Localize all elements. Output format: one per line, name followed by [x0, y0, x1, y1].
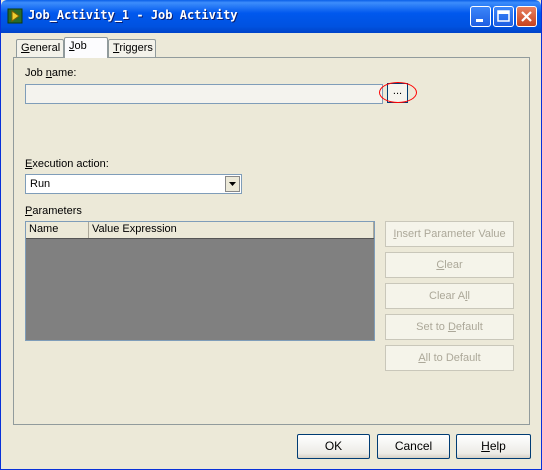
cancel-button[interactable]: Cancel — [377, 434, 450, 459]
column-header-value-expression[interactable]: Value Expression — [89, 222, 374, 238]
tab-triggers-label: riggers — [119, 42, 153, 54]
tab-general[interactable]: General — [16, 39, 64, 57]
help-button[interactable]: Help — [456, 434, 531, 459]
maximize-icon — [497, 10, 510, 22]
clear-all-button[interactable]: Clear All — [385, 283, 514, 309]
job-name-field[interactable] — [25, 84, 383, 104]
dropdown-button[interactable] — [225, 176, 240, 192]
clear-all-pre: Clear A — [429, 290, 466, 302]
job-name-label-post: ame: — [51, 67, 77, 79]
execution-action-label: Execution action: — [25, 158, 109, 170]
set-default-accel: D — [447, 321, 456, 333]
set-to-default-button[interactable]: Set to Default — [385, 314, 514, 340]
set-default-pre: Set to — [416, 321, 448, 333]
close-button[interactable] — [516, 6, 537, 27]
minimize-button[interactable] — [470, 6, 491, 27]
help-accel: H — [481, 439, 490, 453]
execution-action-select[interactable]: Run — [25, 174, 242, 194]
title-bar[interactable]: Job_Activity_1 - Job Activity — [1, 0, 541, 33]
job-activity-icon — [7, 8, 23, 24]
insert-parameter-value-button[interactable]: Insert Parameter Value — [385, 221, 514, 247]
tab-triggers[interactable]: Triggers — [108, 39, 156, 57]
close-icon — [521, 11, 532, 22]
chevron-down-icon — [229, 182, 236, 186]
maximize-button[interactable] — [493, 6, 514, 27]
tab-general-label: eneral — [29, 42, 61, 54]
all-to-default-button[interactable]: All to Default — [385, 345, 514, 371]
job-name-label: Job name: — [25, 67, 76, 79]
parameters-label-rest: arameters — [32, 205, 82, 217]
set-default-post: efault — [455, 321, 483, 333]
grid-header: Name Value Expression — [26, 222, 374, 239]
job-name-label-pre: Job — [25, 67, 46, 79]
clear-label: lear — [444, 259, 463, 271]
ok-button[interactable]: OK — [297, 434, 370, 459]
execution-label-rest: xecution action: — [32, 158, 109, 170]
tab-general-accel: G — [21, 42, 30, 54]
minimize-icon — [476, 19, 483, 22]
execution-action-value: Run — [30, 178, 51, 190]
clear-all-post: l — [467, 290, 470, 302]
red-highlight-circle — [379, 82, 417, 103]
job-activity-dialog: Job_Activity_1 - Job Activity General Jo… — [0, 0, 542, 470]
tab-job[interactable]: Job — [64, 37, 108, 58]
all-default-label: ll to Default — [425, 352, 481, 364]
clear-button[interactable]: Clear — [385, 252, 514, 278]
column-header-name[interactable]: Name — [26, 222, 89, 238]
all-default-accel: A — [418, 352, 426, 364]
tab-job-label: ob — [74, 40, 87, 52]
parameters-grid[interactable]: Name Value Expression — [25, 221, 375, 341]
parameters-label: Parameters — [25, 205, 82, 217]
insert-label: nsert Parameter Value — [396, 228, 506, 240]
window-title: Job_Activity_1 - Job Activity — [28, 8, 238, 22]
help-label: elp — [489, 439, 506, 453]
